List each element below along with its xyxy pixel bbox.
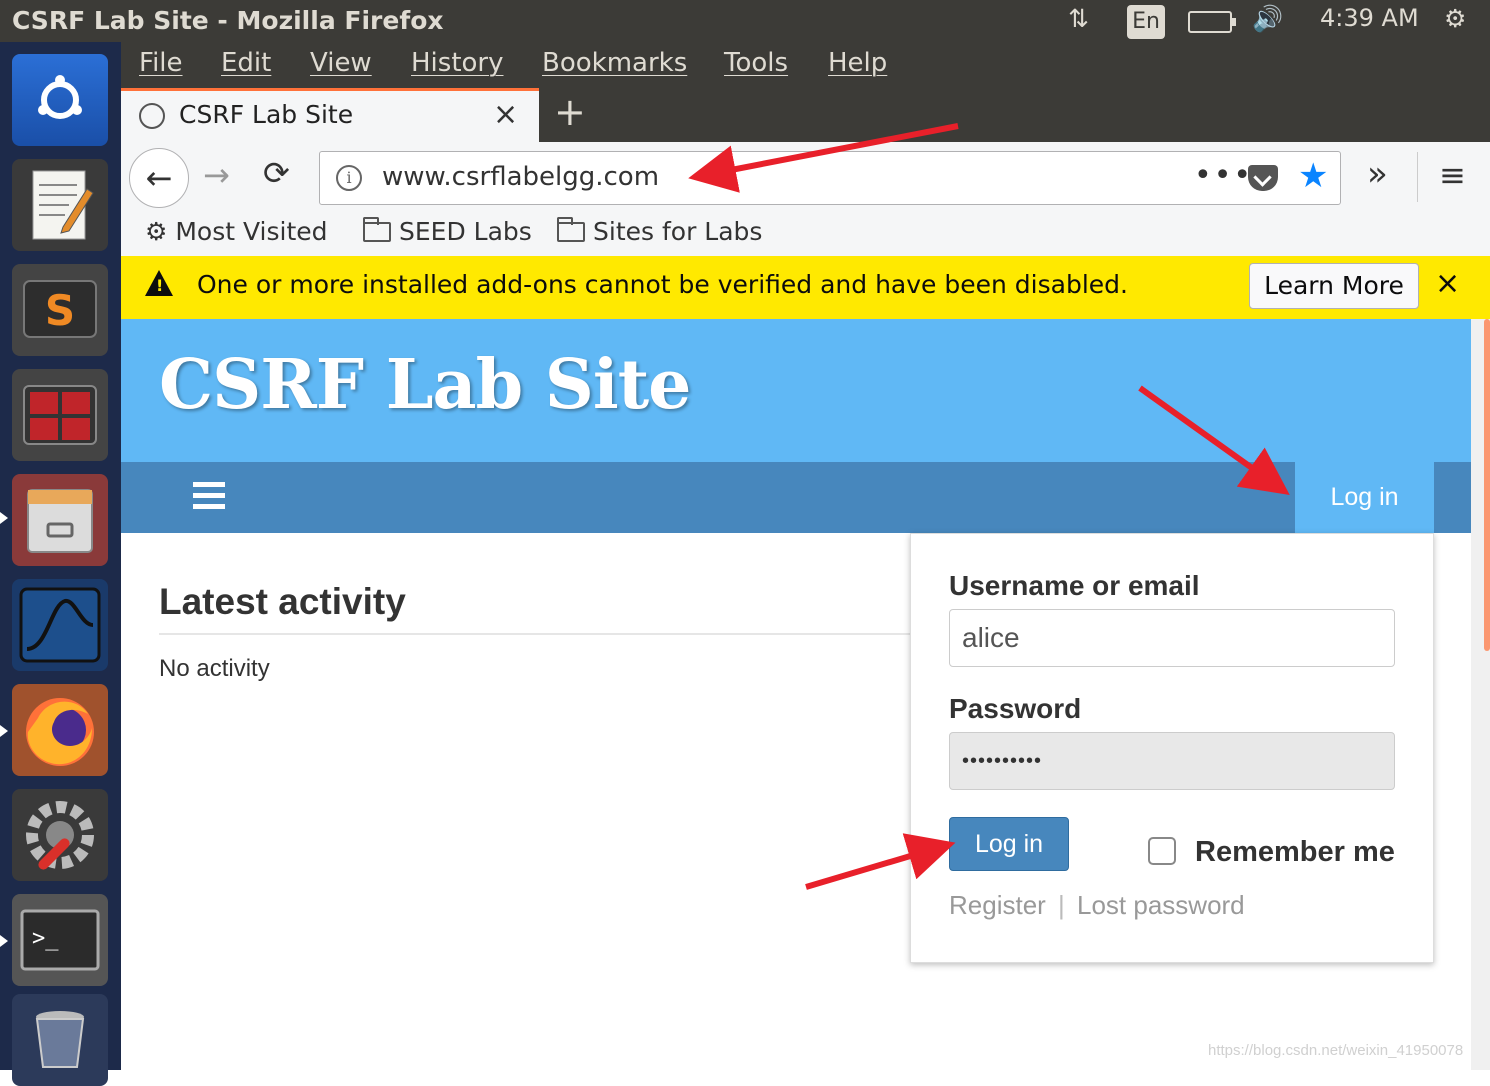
bookmark-seed-labs[interactable]: SEED Labs — [363, 217, 532, 246]
launcher-system-settings[interactable] — [12, 789, 108, 881]
launcher-running-indicator — [0, 935, 8, 947]
menu-edit[interactable]: Edit — [221, 48, 271, 78]
launcher-sublime-text[interactable]: S — [12, 264, 108, 356]
url-text[interactable]: www.csrflabelgg.com — [382, 162, 659, 192]
trash-icon — [12, 994, 108, 1086]
site-favicon-icon — [139, 103, 165, 129]
bookmark-sites-for-labs[interactable]: Sites for Labs — [557, 217, 762, 246]
text-editor-icon — [12, 159, 108, 251]
learn-more-button[interactable]: Learn More — [1249, 263, 1419, 309]
menu-bookmarks[interactable]: Bookmarks — [542, 48, 687, 78]
addon-notification-bar: One or more installed add-ons cannot be … — [121, 256, 1490, 319]
menu-view[interactable]: View — [310, 48, 372, 78]
site-menu-icon[interactable] — [193, 482, 227, 510]
site-title[interactable]: CSRF Lab Site — [159, 345, 691, 425]
username-input[interactable]: alice — [949, 609, 1395, 667]
login-dropdown-panel: Username or email alice Password •••••••… — [910, 533, 1434, 963]
reload-button[interactable]: ⟳ — [263, 154, 290, 192]
folder-icon — [363, 217, 391, 242]
svg-text:>_: >_ — [32, 926, 59, 951]
folder-icon — [557, 217, 585, 242]
tab-csrf-lab-site[interactable]: CSRF Lab Site × — [121, 88, 539, 142]
web-page: CSRF Lab Site Log in Latest activity No … — [121, 319, 1471, 1070]
back-button[interactable]: ← — [129, 148, 189, 208]
username-label: Username or email — [949, 570, 1200, 601]
lost-password-link[interactable]: Lost password — [1077, 890, 1245, 921]
notification-message: One or more installed add-ons cannot be … — [197, 270, 1128, 299]
page-scrollbar-thumb[interactable] — [1484, 319, 1490, 651]
page-actions-menu-icon[interactable]: ••• — [1194, 158, 1253, 193]
menu-bar: File Edit View History Bookmarks Tools H… — [121, 42, 1490, 88]
window-title: CSRF Lab Site - Mozilla Firefox — [12, 6, 444, 35]
launcher-running-indicator — [0, 725, 8, 737]
site-info-icon[interactable]: i — [336, 165, 362, 191]
app-menu-icon[interactable]: ≡ — [1439, 156, 1466, 194]
bookmark-label: Sites for Labs — [593, 217, 763, 246]
ubuntu-logo-icon — [12, 54, 108, 146]
tab-close-icon[interactable]: × — [493, 97, 518, 132]
launcher-ubuntu-dash[interactable] — [12, 54, 108, 146]
navigation-toolbar: ← → ⟳ i www.csrflabelgg.com ••• ★ » ≡ — [121, 142, 1490, 212]
address-bar[interactable]: i www.csrflabelgg.com ••• ★ — [319, 151, 1341, 205]
remember-me-label[interactable]: Remember me — [1195, 836, 1395, 869]
launcher-text-editor[interactable] — [12, 159, 108, 251]
bookmark-most-visited[interactable]: ⚙ Most Visited — [145, 217, 328, 246]
system-top-bar: CSRF Lab Site - Mozilla Firefox ⇅ En 🔊 4… — [0, 0, 1490, 42]
svg-text:S: S — [45, 286, 75, 335]
tab-label: CSRF Lab Site — [179, 100, 354, 129]
nav-login-button[interactable]: Log in — [1295, 462, 1434, 533]
bookmark-star-icon[interactable]: ★ — [1298, 156, 1328, 196]
site-nav-bar: Log in — [121, 462, 1471, 533]
battery-icon[interactable] — [1188, 11, 1236, 33]
wireshark-fin-icon — [12, 579, 108, 671]
keyboard-layout-indicator[interactable]: En — [1127, 5, 1165, 39]
toolbar-separator — [1417, 152, 1418, 202]
launcher-wireshark[interactable] — [12, 579, 108, 671]
new-tab-button[interactable]: + — [554, 90, 586, 134]
launcher-file-manager[interactable] — [12, 474, 108, 566]
volume-icon[interactable]: 🔊 — [1252, 4, 1283, 34]
launcher-trash[interactable] — [12, 994, 108, 1086]
heading-divider — [159, 633, 919, 635]
unity-launcher: S >_ — [0, 42, 121, 1086]
sublime-icon: S — [12, 264, 108, 356]
firefox-icon — [12, 684, 108, 776]
menu-file[interactable]: File — [139, 48, 183, 78]
watermark-text: https://blog.csdn.net/weixin_41950078 — [1208, 1042, 1464, 1059]
launcher-running-indicator — [0, 512, 8, 524]
network-icon[interactable]: ⇅ — [1068, 4, 1089, 33]
menu-help[interactable]: Help — [828, 48, 887, 78]
workspace-icon — [12, 369, 108, 461]
tab-strip: CSRF Lab Site × + — [121, 88, 1490, 142]
password-label: Password — [949, 693, 1082, 724]
password-input[interactable]: •••••••••• — [949, 732, 1395, 790]
launcher-firefox[interactable] — [12, 684, 108, 776]
site-header: CSRF Lab Site — [121, 319, 1471, 462]
bookmark-label: SEED Labs — [399, 217, 532, 246]
register-link[interactable]: Register — [949, 890, 1046, 921]
pocket-icon[interactable] — [1248, 165, 1278, 191]
remember-me-checkbox[interactable] — [1148, 837, 1176, 865]
menu-history[interactable]: History — [411, 48, 504, 78]
launcher-workspace[interactable] — [12, 369, 108, 461]
latest-activity-heading: Latest activity — [159, 581, 406, 622]
file-cabinet-icon — [12, 474, 108, 566]
gear-icon: ⚙ — [145, 217, 176, 246]
clock[interactable]: 4:39 AM — [1320, 4, 1419, 32]
link-separator: | — [1058, 890, 1065, 920]
launcher-terminal[interactable]: >_ — [12, 894, 108, 986]
settings-gear-icon[interactable]: ⚙ — [1444, 4, 1466, 33]
overflow-menu-icon[interactable]: » — [1367, 154, 1388, 194]
bookmarks-toolbar: ⚙ Most Visited SEED Labs Sites for Labs — [121, 212, 1490, 256]
terminal-icon: >_ — [12, 894, 108, 986]
login-submit-button[interactable]: Log in — [949, 817, 1069, 871]
menu-tools[interactable]: Tools — [724, 48, 788, 78]
bookmark-label: Most Visited — [175, 217, 328, 246]
settings-wrench-icon — [12, 789, 108, 881]
warning-icon — [145, 270, 173, 296]
empty-activity-text: No activity — [159, 655, 270, 682]
forward-button[interactable]: → — [203, 156, 230, 194]
notification-close-icon[interactable]: × — [1435, 266, 1460, 301]
